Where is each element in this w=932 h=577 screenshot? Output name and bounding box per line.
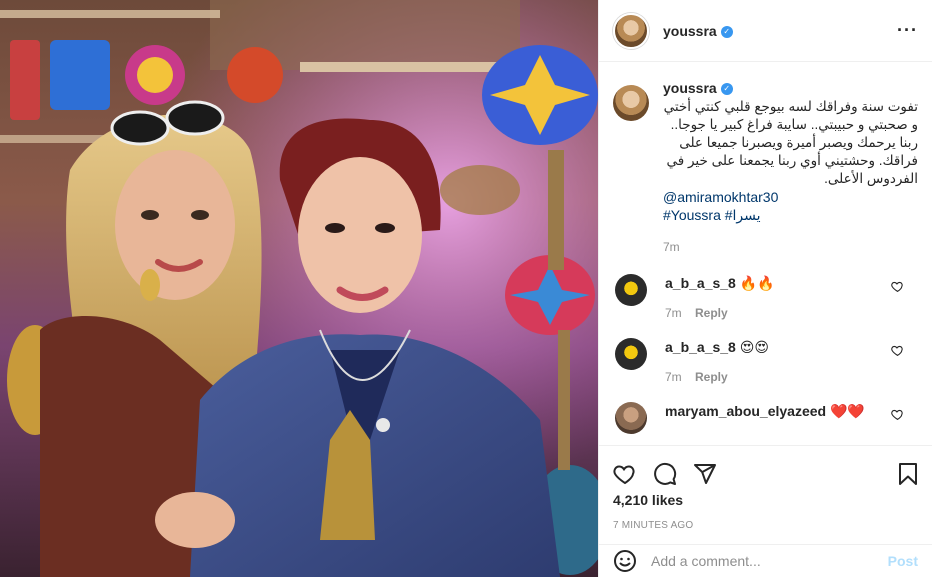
- header-avatar[interactable]: [613, 12, 649, 49]
- comment-username[interactable]: maryam_abou_elyazeed: [665, 403, 826, 419]
- post-side-panel: youssra ✓ ··· youssra ✓ تفوت سنة وفراقك لس…: [598, 0, 932, 577]
- save-bookmark-icon[interactable]: [896, 462, 920, 486]
- verified-badge-icon: ✓: [720, 25, 733, 38]
- more-options-icon[interactable]: ···: [897, 20, 918, 41]
- comment-avatar[interactable]: [615, 274, 647, 306]
- comment-time: 7m: [665, 306, 682, 320]
- reply-button[interactable]: Reply: [695, 370, 728, 384]
- like-comment-heart-icon[interactable]: [891, 408, 904, 421]
- comment-item: maryam_abou_elyazeed ❤️❤️: [613, 402, 918, 434]
- post-header: youssra ✓ ···: [599, 0, 932, 62]
- caption-text: تفوت سنة وفراقك لسه بيوجع قلبي كنتي أختي…: [663, 99, 918, 186]
- caption: youssra ✓ تفوت سنة وفراقك لسه بيوجع قلبي …: [613, 79, 918, 256]
- share-paper-plane-icon[interactable]: [693, 462, 717, 486]
- like-comment-heart-icon[interactable]: [891, 344, 904, 357]
- post-photo[interactable]: [0, 0, 598, 577]
- emoji-icon[interactable]: [613, 549, 637, 573]
- caption-avatar[interactable]: [613, 85, 649, 121]
- comment-username[interactable]: a_b_a_s_8: [665, 339, 736, 355]
- header-username-text[interactable]: youssra: [663, 23, 717, 39]
- add-comment-bar: Post: [599, 544, 932, 577]
- comments-section[interactable]: youssra ✓ تفوت سنة وفراقك لسه بيوجع قلبي …: [599, 63, 932, 444]
- reply-button[interactable]: Reply: [695, 306, 728, 320]
- like-comment-heart-icon[interactable]: [891, 280, 904, 293]
- verified-badge-icon: ✓: [720, 83, 733, 96]
- comment-text: 😍😍: [739, 339, 769, 355]
- like-heart-icon[interactable]: [613, 462, 637, 486]
- likes-count[interactable]: 4,210 likes: [599, 492, 932, 508]
- post-actions: 4,210 likes 7 MINUTES AGO Post: [599, 445, 932, 577]
- comment-text: 🔥🔥: [739, 275, 775, 291]
- add-comment-input[interactable]: [651, 553, 888, 569]
- header-username[interactable]: youssra ✓: [663, 23, 733, 39]
- caption-mention-link[interactable]: @amiramokhtar30: [663, 188, 918, 206]
- caption-username[interactable]: youssra: [663, 80, 717, 96]
- comment-body: a_b_a_s_8 😍😍 7m Reply: [665, 338, 769, 386]
- caption-time: 7m: [663, 240, 680, 254]
- comment-item: a_b_a_s_8 😍😍 7m Reply: [613, 338, 918, 386]
- comment-body: a_b_a_s_8 🔥🔥 7m Reply: [665, 274, 775, 322]
- comment-body: maryam_abou_elyazeed ❤️❤️: [665, 402, 865, 434]
- post-image: [0, 0, 598, 577]
- caption-hashtags[interactable]: #Youssra #يسرا: [663, 206, 918, 224]
- comment-avatar[interactable]: [615, 338, 647, 370]
- comment-avatar[interactable]: [615, 402, 647, 434]
- comment-text: ❤️❤️: [829, 403, 865, 419]
- action-icons: [599, 446, 932, 492]
- comment-item: a_b_a_s_8 🔥🔥 7m Reply: [613, 274, 918, 322]
- caption-body: youssra ✓ تفوت سنة وفراقك لسه بيوجع قلبي …: [663, 79, 918, 256]
- post-timestamp[interactable]: 7 MINUTES AGO: [599, 520, 932, 531]
- comment-time: 7m: [665, 370, 682, 384]
- post-comment-button[interactable]: Post: [888, 553, 918, 569]
- comment-bubble-icon[interactable]: [653, 462, 677, 486]
- comment-username[interactable]: a_b_a_s_8: [665, 275, 736, 291]
